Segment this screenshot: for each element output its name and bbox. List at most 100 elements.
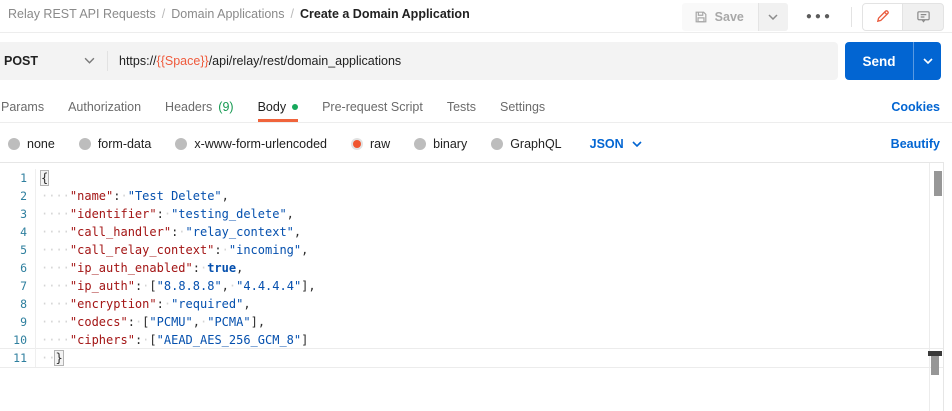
send-split-button: Send — [845, 42, 941, 80]
app-root: { "header": { "breadcrumb": ["Relay REST… — [0, 0, 952, 411]
mode-segmented-control — [862, 3, 944, 31]
send-button[interactable]: Send — [845, 42, 913, 80]
url-input[interactable]: https://{{Space}}/api/relay/rest/domain_… — [119, 54, 401, 68]
code-line[interactable]: 3····"identifier":·"testing_delete", — [0, 205, 943, 223]
cookies-link[interactable]: Cookies — [891, 100, 940, 114]
comment-mode-button[interactable] — [903, 4, 943, 30]
code-line[interactable]: 8····"encryption":·"required", — [0, 295, 943, 313]
chevron-down-icon — [768, 14, 778, 20]
tab-label: Headers — [165, 100, 212, 114]
code-line[interactable]: 5····"call_relay_context":·"incoming", — [0, 241, 943, 259]
radio-label: none — [27, 137, 55, 151]
code-editor-lines: 1{2····"name":·"Test Delete",3····"ident… — [0, 163, 943, 367]
tab-body[interactable]: Body — [258, 92, 299, 122]
tab-label: Params — [1, 100, 44, 114]
line-number: 6 — [0, 259, 36, 277]
tab-headers[interactable]: Headers (9) — [165, 92, 234, 122]
breadcrumb-separator: / — [291, 7, 294, 21]
line-content: ····"codecs":·["PCMU",·"PCMA"], — [36, 313, 265, 331]
send-options-button[interactable] — [913, 42, 941, 80]
code-line[interactable]: 10····"ciphers":·["AEAD_AES_256_GCM_8"] — [0, 331, 943, 349]
code-line[interactable]: 2····"name":·"Test Delete", — [0, 187, 943, 205]
line-content: ····"encryption":·"required", — [36, 295, 251, 313]
breadcrumb: Relay REST API Requests / Domain Applicati… — [8, 7, 470, 21]
radio-icon — [79, 138, 91, 150]
save-button-label: Save — [715, 10, 744, 24]
code-line[interactable]: 4····"call_handler":·"relay_context", — [0, 223, 943, 241]
line-number: 7 — [0, 277, 36, 295]
radio-label: raw — [370, 137, 390, 151]
radio-selected-icon — [351, 138, 363, 150]
tab-tests[interactable]: Tests — [447, 92, 476, 122]
code-editor[interactable]: 1{2····"name":·"Test Delete",3····"ident… — [0, 162, 944, 411]
radio-none[interactable]: none — [8, 137, 55, 151]
more-options-button[interactable]: ●●● — [794, 11, 845, 22]
scrollbar-thumb[interactable] — [934, 171, 942, 196]
tab-label: Tests — [447, 100, 476, 114]
tab-pre-request-script[interactable]: Pre-request Script — [322, 92, 423, 122]
line-number: 8 — [0, 295, 36, 313]
headers-count-badge: (9) — [218, 100, 233, 114]
comment-icon — [916, 9, 931, 24]
radio-label: binary — [433, 137, 467, 151]
radio-x-www-form-urlencoded[interactable]: x-www-form-urlencoded — [175, 137, 327, 151]
radio-icon — [414, 138, 426, 150]
header-bar: Relay REST API Requests / Domain Applicati… — [0, 0, 952, 33]
tab-authorization[interactable]: Authorization — [68, 92, 141, 122]
code-line[interactable]: 1{ — [0, 169, 943, 187]
code-line[interactable]: 6····"ip_auth_enabled":·true, — [0, 259, 943, 277]
radio-label: x-www-form-urlencoded — [194, 137, 327, 151]
tab-label: Body — [258, 100, 287, 114]
line-content: ····"ip_auth":·["8.8.8.8",·"4.4.4.4"], — [36, 277, 316, 295]
radio-icon — [491, 138, 503, 150]
method-select[interactable]: POST — [0, 54, 88, 68]
tab-settings[interactable]: Settings — [500, 92, 545, 122]
body-type-bar: none form-data x-www-form-urlencoded raw… — [0, 130, 952, 158]
body-language-select[interactable]: JSON — [590, 137, 642, 151]
line-content: ····"ip_auth_enabled":·true, — [36, 259, 243, 277]
radio-label: GraphQL — [510, 137, 561, 151]
line-content: ····"call_relay_context":·"incoming", — [36, 241, 308, 259]
tab-label: Authorization — [68, 100, 141, 114]
line-number: 2 — [0, 187, 36, 205]
tab-label: Pre-request Script — [322, 100, 423, 114]
line-number: 3 — [0, 205, 36, 223]
line-content: ····"ciphers":·["AEAD_AES_256_GCM_8"] — [36, 331, 308, 349]
code-line[interactable]: 7····"ip_auth":·["8.8.8.8",·"4.4.4.4"], — [0, 277, 943, 295]
line-number: 4 — [0, 223, 36, 241]
line-number: 5 — [0, 241, 36, 259]
line-content: ····"identifier":·"testing_delete", — [36, 205, 294, 223]
breadcrumb-folder[interactable]: Domain Applications — [171, 7, 284, 21]
code-line[interactable]: 9····"codecs":·["PCMU",·"PCMA"], — [0, 313, 943, 331]
request-tabs: Params Authorization Headers (9) Body Pre… — [0, 92, 952, 122]
breadcrumb-separator: / — [162, 7, 165, 21]
save-button[interactable]: Save — [682, 3, 758, 31]
save-options-button[interactable] — [758, 3, 788, 31]
chevron-down-icon — [632, 141, 642, 147]
breadcrumb-request-title: Create a Domain Application — [300, 7, 470, 21]
radio-label: form-data — [98, 137, 152, 151]
tab-params[interactable]: Params — [1, 92, 44, 122]
text-cursor-icon — [928, 351, 942, 375]
line-content: ··} — [36, 349, 63, 367]
line-content: ····"name":·"Test Delete", — [36, 187, 229, 205]
beautify-link[interactable]: Beautify — [891, 137, 940, 151]
line-number: 11 — [0, 349, 36, 367]
body-modified-dot — [292, 104, 298, 110]
radio-form-data[interactable]: form-data — [79, 137, 152, 151]
line-number: 1 — [0, 169, 36, 187]
radio-raw[interactable]: raw — [351, 137, 390, 151]
radio-graphql[interactable]: GraphQL — [491, 137, 561, 151]
breadcrumb-collection[interactable]: Relay REST API Requests — [8, 7, 156, 21]
method-chevron-icon[interactable] — [84, 57, 95, 64]
radio-icon — [8, 138, 20, 150]
url-scheme: https:// — [119, 54, 157, 68]
save-split-button: Save — [682, 3, 788, 31]
header-actions: Save ●●● — [682, 2, 944, 31]
radio-binary[interactable]: binary — [414, 137, 467, 151]
code-line[interactable]: 11··} — [0, 349, 943, 367]
url-path: /api/relay/rest/domain_applications — [209, 54, 401, 68]
edit-mode-button[interactable] — [863, 4, 903, 30]
tab-label: Settings — [500, 100, 545, 114]
request-bar: POST https://{{Space}}/api/relay/rest/do… — [0, 42, 952, 80]
